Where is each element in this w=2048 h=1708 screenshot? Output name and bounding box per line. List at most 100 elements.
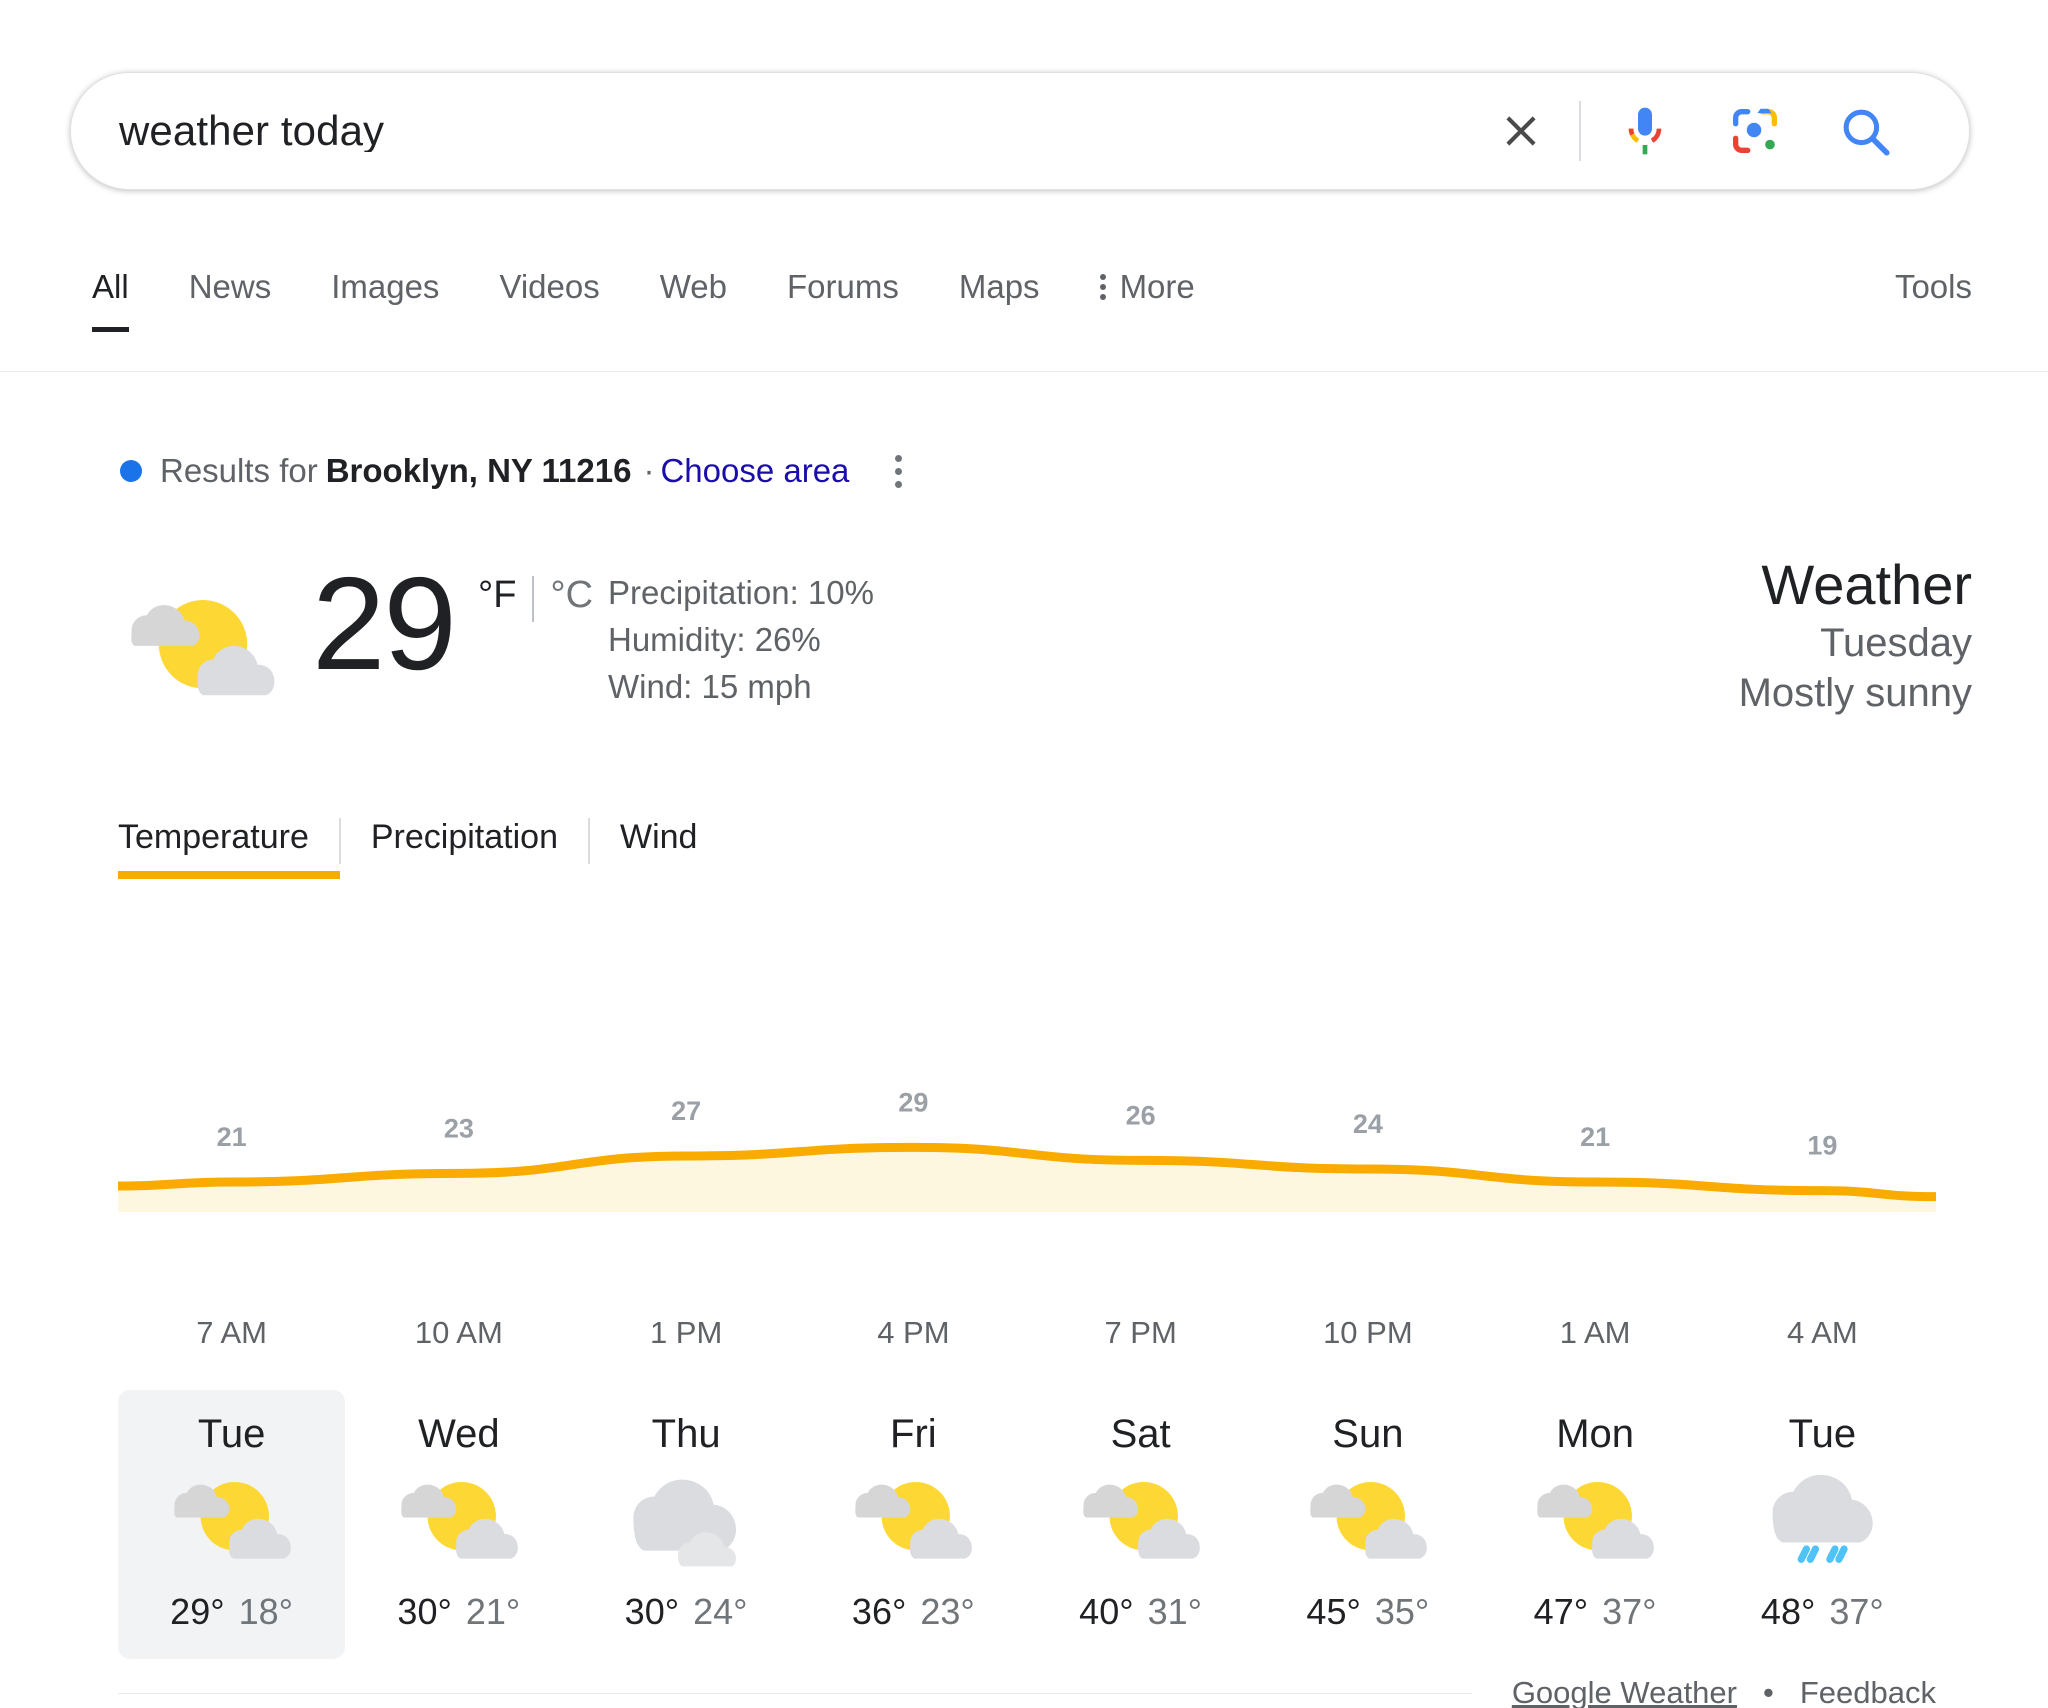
partly-cloudy-icon xyxy=(1027,1471,1254,1575)
daily-forecast-item[interactable]: Sat 40° 31° xyxy=(1027,1390,1254,1659)
partly-cloudy-icon xyxy=(1254,1471,1481,1575)
more-filters-wrap: More xyxy=(1099,268,1195,306)
hour-label: 4 AM xyxy=(1787,1315,1858,1350)
chart-value-label: 24 xyxy=(1353,1109,1383,1139)
rain-icon xyxy=(1709,1471,1936,1575)
hour-label: 10 AM xyxy=(414,1315,503,1350)
day-temperatures: 47° 37° xyxy=(1482,1591,1709,1633)
location-options-kebab-icon[interactable] xyxy=(895,454,903,488)
day-high: 36° xyxy=(851,1591,907,1632)
day-low: 18° xyxy=(238,1591,294,1632)
day-label: Tue xyxy=(197,1412,266,1456)
tab-videos-label: Videos xyxy=(499,268,600,305)
tools-button[interactable]: Tools xyxy=(1895,268,1972,306)
google-weather-link[interactable]: Google Weather xyxy=(1512,1675,1737,1708)
tab-maps[interactable]: Maps xyxy=(959,268,1040,332)
day-low: 37° xyxy=(1829,1591,1884,1632)
kebab-menu-icon xyxy=(1099,274,1106,300)
day-low: 37° xyxy=(1602,1591,1657,1632)
hour-label: 1 PM xyxy=(649,1315,723,1350)
daily-forecast-row: Tue 29° 18° Wed 30° 21° Thu 30° 24° Fri 36° 23° Sat 4… xyxy=(118,1390,1936,1659)
metric-tab-divider-1 xyxy=(338,818,341,864)
tab-forums[interactable]: Forums xyxy=(787,268,899,332)
unit-celsius-button[interactable]: °C xyxy=(550,574,593,617)
tab-all[interactable]: All xyxy=(92,268,129,332)
daily-forecast-item[interactable]: Fri 36° 23° xyxy=(800,1390,1027,1659)
tab-temperature[interactable]: Temperature xyxy=(118,818,340,879)
current-temperature: 29 xyxy=(312,550,457,697)
choose-area-link[interactable]: Choose area xyxy=(660,452,849,490)
day-temperatures: 30° 24° xyxy=(573,1591,800,1633)
day-low: 24° xyxy=(693,1591,748,1632)
daily-forecast-item[interactable]: Tue 29° 18° xyxy=(118,1390,346,1659)
tab-images[interactable]: Images xyxy=(331,268,439,332)
close-icon[interactable] xyxy=(1483,93,1559,169)
search-icon[interactable] xyxy=(1821,87,1909,175)
chart-value-label: 19 xyxy=(1807,1131,1837,1161)
daily-forecast-item[interactable]: Sun 45° 35° xyxy=(1254,1390,1481,1659)
tab-maps-label: Maps xyxy=(958,268,1040,305)
weather-title: Weather xyxy=(1761,553,1972,616)
day-label: Fri xyxy=(890,1412,937,1456)
day-high: 29° xyxy=(170,1591,225,1632)
hour-label: 1 AM xyxy=(1559,1315,1631,1350)
day-high: 30° xyxy=(397,1591,452,1632)
results-for-bar: Results for Brooklyn, NY 11216 · Choose … xyxy=(120,452,903,490)
partly-cloudy-icon xyxy=(118,586,288,716)
unit-fahrenheit-button[interactable]: °F xyxy=(478,574,516,617)
wind-value: Wind: 15 mph xyxy=(608,667,812,705)
tab-web[interactable]: Web xyxy=(660,268,727,332)
search-input[interactable]: weather today xyxy=(119,110,1483,152)
weather-day: Tuesday xyxy=(1820,621,1972,666)
daily-forecast-item[interactable]: Tue 48° 37° xyxy=(1709,1390,1936,1659)
day-temperatures: 40° 31° xyxy=(1027,1591,1254,1633)
tab-wind[interactable]: Wind xyxy=(620,818,727,879)
daily-forecast-item[interactable]: Wed 30° 21° xyxy=(345,1390,572,1659)
search-bar-container: weather today xyxy=(70,72,1970,190)
precipitation-value: Precipitation: 10% xyxy=(608,574,874,611)
weather-metric-tabs: Temperature Precipitation Wind xyxy=(118,818,727,879)
footer-links: Google Weather • Feedback xyxy=(1472,1675,1936,1708)
tab-forums-label: Forums xyxy=(787,268,899,305)
chart-value-label: 23 xyxy=(444,1113,474,1143)
day-label: Wed xyxy=(418,1412,500,1456)
metric-tab-divider-2 xyxy=(587,818,590,864)
hour-label: 7 AM xyxy=(196,1315,267,1350)
chart-value-label: 21 xyxy=(217,1122,247,1152)
day-high: 45° xyxy=(1306,1591,1361,1632)
google-search-weather-page: weather today All News Images Videos Web… xyxy=(0,0,2048,1708)
chart-value-label: 29 xyxy=(898,1087,928,1117)
more-filters-button[interactable]: More xyxy=(1099,268,1195,332)
microphone-icon[interactable] xyxy=(1601,87,1689,175)
search-bar[interactable]: weather today xyxy=(70,72,1970,190)
tab-videos[interactable]: Videos xyxy=(499,268,599,332)
temperature-unit-toggle: °F °C xyxy=(478,574,593,622)
tab-news[interactable]: News xyxy=(189,268,272,332)
feedback-link[interactable]: Feedback xyxy=(1800,1675,1936,1708)
tab-news-label: News xyxy=(188,268,272,305)
weather-current-row: 29 °F °C Precipitation: 10% Humidity: 26… xyxy=(0,550,2048,780)
daily-forecast-item[interactable]: Mon 47° 37° xyxy=(1482,1390,1709,1659)
location-dot-icon xyxy=(120,460,142,482)
search-bar-divider xyxy=(1579,101,1581,161)
chart-value-label: 21 xyxy=(1580,1122,1610,1152)
weather-stats: Precipitation: 10% Humidity: 26% Wind: 1… xyxy=(608,570,874,711)
day-low: 35° xyxy=(1374,1591,1430,1632)
day-low: 31° xyxy=(1147,1591,1203,1632)
temperature-chart[interactable]: 21 23 27 29 26 24 21 19 xyxy=(118,980,1936,1280)
cloudy-icon xyxy=(573,1471,800,1575)
tab-all-label: All xyxy=(92,268,129,305)
day-temperatures: 45° 35° xyxy=(1254,1591,1481,1633)
google-lens-icon[interactable] xyxy=(1711,87,1799,175)
day-temperatures: 29° 18° xyxy=(118,1591,345,1633)
tab-images-label: Images xyxy=(331,268,440,305)
hour-label: 4 PM xyxy=(877,1315,950,1350)
partly-cloudy-icon xyxy=(118,1471,345,1575)
tab-precipitation[interactable]: Precipitation xyxy=(371,818,588,879)
day-high: 47° xyxy=(1533,1591,1589,1632)
footer-bullet: • xyxy=(1763,1675,1774,1708)
weather-card-footer: Google Weather • Feedback xyxy=(118,1675,1936,1708)
hour-label: 10 PM xyxy=(1323,1315,1413,1350)
weather-condition: Mostly sunny xyxy=(1738,671,1972,716)
daily-forecast-item[interactable]: Thu 30° 24° xyxy=(573,1390,800,1659)
